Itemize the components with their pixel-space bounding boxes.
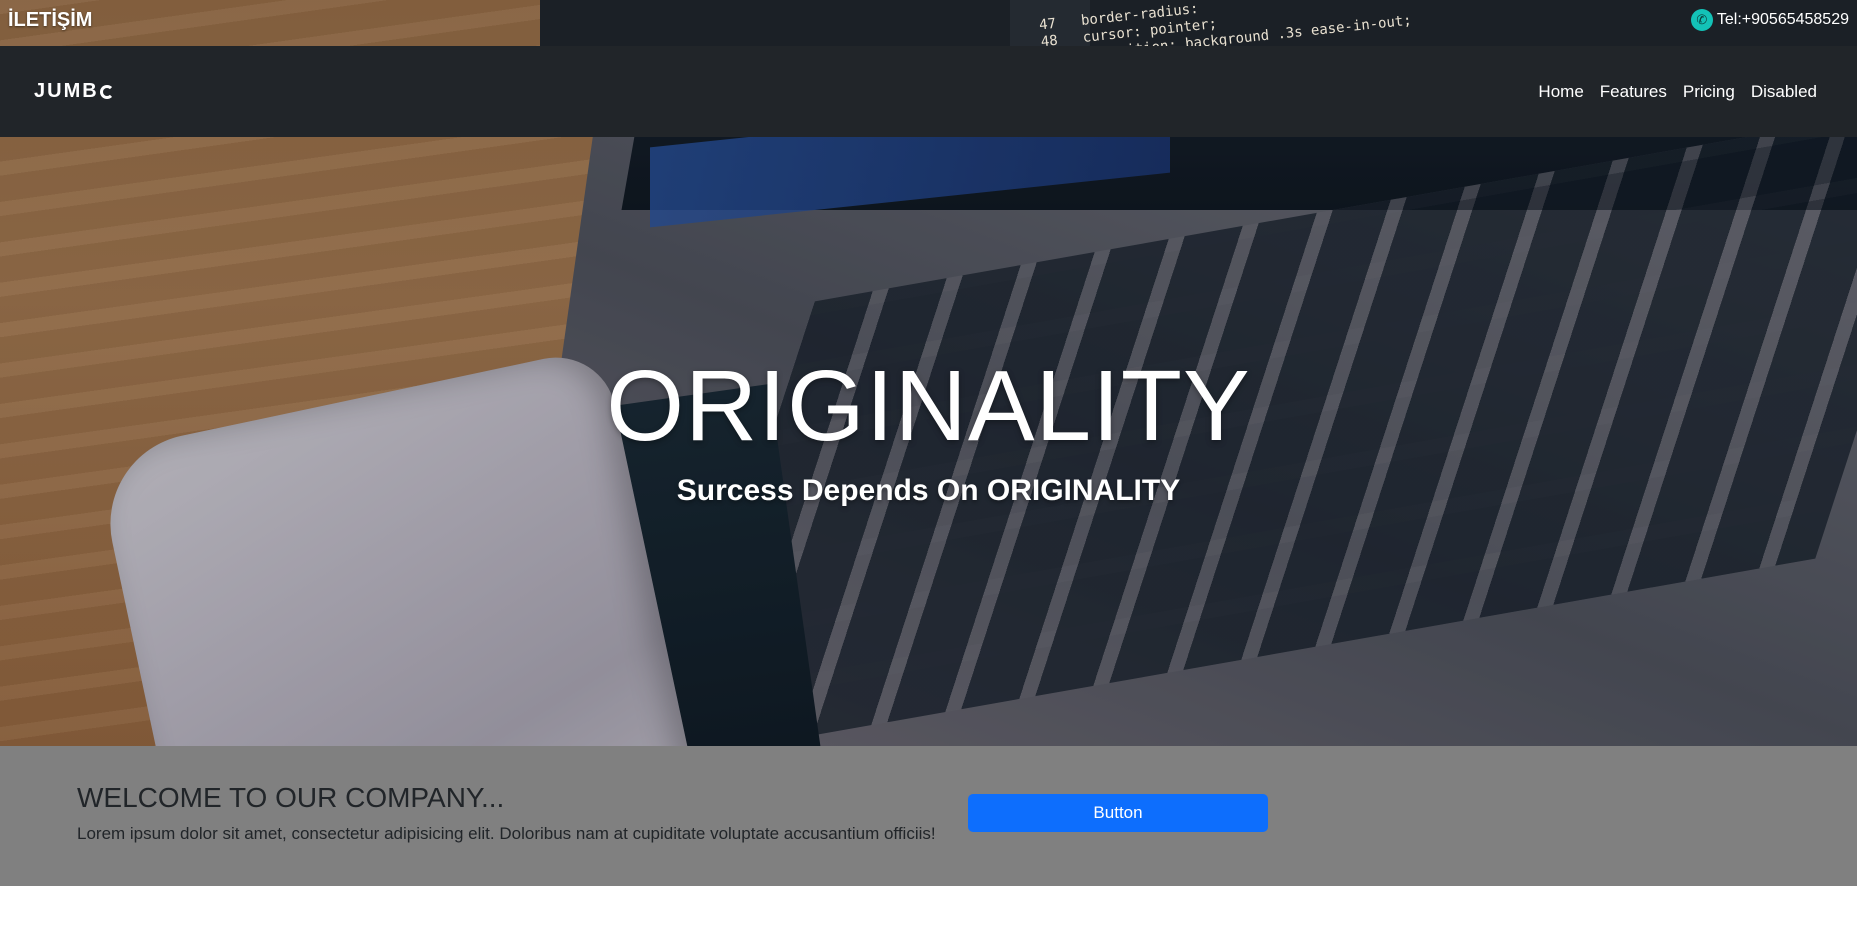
nav-home[interactable]: Home — [1538, 78, 1583, 106]
contact-bar: 47 border-radius: 48 cursor: pointer; 49 t… — [0, 0, 1857, 46]
main-navbar: JUMB Home Features Pricing Disabled — [0, 46, 1857, 137]
welcome-band: WELCOME TO OUR COMPANY... Lorem ipsum do… — [0, 746, 1857, 886]
logo-text: JUMB — [34, 80, 99, 102]
nav-links: Home Features Pricing Disabled — [1538, 78, 1817, 106]
nav-pricing[interactable]: Pricing — [1683, 78, 1735, 106]
welcome-title: WELCOME TO OUR COMPANY... — [77, 782, 505, 813]
nav-disabled[interactable]: Disabled — [1751, 78, 1817, 106]
logo-o-icon — [99, 84, 114, 99]
phone-number: Tel:+90565458529 — [1716, 11, 1849, 28]
contact-link[interactable]: İLETİŞİM — [8, 9, 92, 32]
phone-contact[interactable]: ✆ Tel:+90565458529 — [1690, 9, 1849, 31]
welcome-text: Lorem ipsum dolor sit amet, consectetur … — [77, 824, 936, 843]
phone-icon: ✆ — [1690, 9, 1713, 31]
hero-section: ORIGINALITY Surcess Depends On ORIGINALI… — [0, 137, 1857, 746]
hero-title: ORIGINALITY — [606, 349, 1251, 462]
hero-subtitle: Surcess Depends On ORIGINALITY — [676, 473, 1181, 507]
nav-features[interactable]: Features — [1600, 78, 1667, 106]
cta-button[interactable]: Button — [968, 794, 1268, 832]
site-logo[interactable]: JUMB — [34, 80, 114, 103]
